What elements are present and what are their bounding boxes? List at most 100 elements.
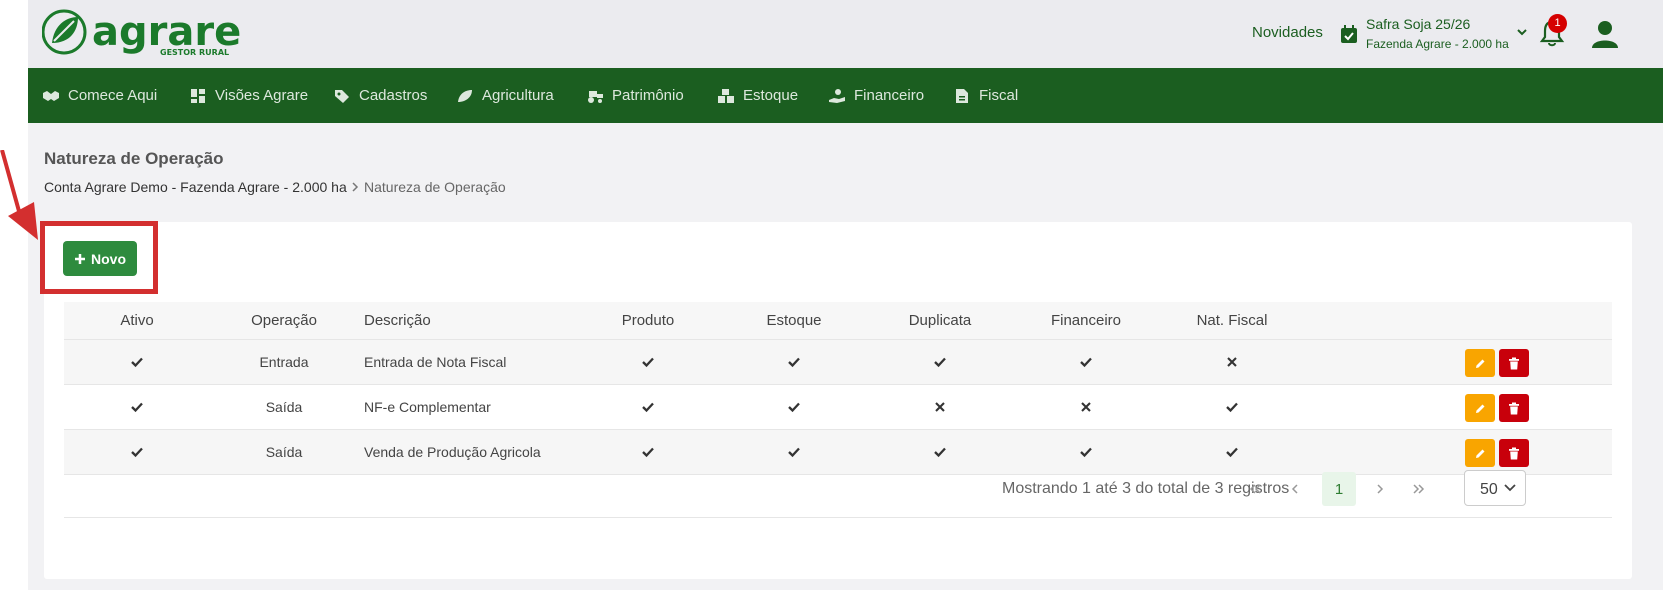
next-page-button[interactable] [1363, 472, 1397, 506]
chevron-down-icon [1504, 484, 1516, 492]
table-header: Ativo Operação Descrição Produto Estoque… [64, 302, 1612, 340]
edit-button[interactable] [1465, 349, 1495, 377]
check-icon [934, 447, 946, 458]
logo-subtitle: GESTOR RURAL [160, 48, 229, 57]
table-body: Entrada Entrada de Nota Fiscal Saída NF-e C… [64, 340, 1612, 475]
check-icon [788, 402, 800, 413]
first-page-button[interactable] [1238, 472, 1272, 506]
delete-button[interactable] [1499, 394, 1529, 422]
invoice-icon [956, 88, 968, 103]
delete-button[interactable] [1499, 349, 1529, 377]
operations-table: Ativo Operação Descrição Produto Estoque… [64, 302, 1612, 475]
cell-ativo [104, 385, 170, 429]
nav-item-estoque[interactable]: Estoque [717, 68, 798, 123]
cell-financeiro [1040, 340, 1132, 384]
cell-duplicata [894, 385, 986, 429]
user-avatar-icon[interactable] [1590, 18, 1620, 50]
cell-duplicata [894, 340, 986, 384]
check-icon [788, 447, 800, 458]
plus-icon [75, 253, 85, 264]
nav-item-agricultura[interactable]: Agricultura [456, 68, 554, 123]
cell-nat-fiscal [1184, 385, 1280, 429]
nav-item-label: Visões Agrare [215, 87, 309, 104]
check-icon [642, 402, 654, 413]
breadcrumb-root[interactable]: Conta Agrare Demo - Fazenda Agrare - 2.0… [44, 179, 347, 195]
pencil-icon [1476, 404, 1485, 413]
check-icon [642, 447, 654, 458]
check-icon [1080, 447, 1092, 458]
check-icon [1226, 402, 1238, 413]
cell-descricao: NF-e Complementar [364, 399, 491, 415]
check-icon [1226, 447, 1238, 458]
novidades-link[interactable]: Novidades [1252, 24, 1323, 41]
table-row[interactable]: Entrada Entrada de Nota Fiscal [64, 340, 1612, 385]
double-chevron-left-icon [1249, 484, 1261, 494]
pagination-bar: Mostrando 1 até 3 do total de 3 registro… [64, 460, 1612, 518]
dashboard-icon [191, 88, 205, 103]
chevron-down-icon [1517, 29, 1527, 36]
nav-item-cadastros[interactable]: Cadastros [333, 68, 427, 123]
cell-operacao: Entrada [259, 354, 309, 370]
x-icon [1081, 402, 1091, 412]
chevron-right-icon [1377, 484, 1384, 494]
header-duplicata[interactable]: Duplicata [894, 302, 986, 339]
pencil-icon [1476, 449, 1485, 458]
calendar-check-icon [1341, 25, 1357, 43]
nav-item-comece-aqui[interactable]: Comece Aqui [42, 68, 157, 123]
safra-farm: Fazenda Agrare - 2.000 ha [1366, 37, 1509, 51]
nav-item-visoes-agrare[interactable]: Visões Agrare [189, 68, 308, 123]
cell-operacao: Saída [265, 399, 303, 415]
edit-button[interactable] [1465, 394, 1495, 422]
trash-icon [1509, 447, 1519, 459]
header-financeiro[interactable]: Financeiro [1040, 302, 1132, 339]
nav-item-label: Cadastros [359, 87, 428, 104]
nav-item-label: Fiscal [979, 87, 1019, 104]
page-size-select[interactable]: 50 [1464, 470, 1526, 506]
nav-item-financeiro[interactable]: Financeiro [828, 68, 924, 123]
tractor-icon [588, 90, 603, 103]
check-icon [131, 402, 143, 413]
page-title: Natureza de Operação [44, 149, 224, 168]
header-operacao[interactable]: Operação [242, 302, 326, 339]
agrare-logo[interactable]: agrare GESTOR RURAL [42, 7, 252, 61]
page-size-value: 50 [1480, 481, 1498, 498]
hand-money-icon [829, 88, 845, 103]
safra-selector[interactable]: Safra Soja 25/26 Fazenda Agrare - 2.000 … [1340, 14, 1530, 54]
check-icon [934, 357, 946, 368]
nav-item-label: Comece Aqui [68, 87, 158, 104]
nav-item-fiscal[interactable]: Fiscal [953, 68, 1018, 123]
check-icon [131, 357, 143, 368]
cell-estoque [754, 340, 834, 384]
table-row[interactable]: Saída NF-e Complementar [64, 385, 1612, 430]
content-card: Novo Ativo Operação Descrição Produto Es… [44, 222, 1632, 579]
new-button-label: Novo [91, 250, 126, 267]
safra-name: Safra Soja 25/26 [1366, 16, 1471, 32]
notification-badge: 1 [1548, 14, 1567, 33]
x-icon [1227, 357, 1237, 367]
cell-produto [608, 385, 688, 429]
new-button[interactable]: Novo [63, 241, 137, 276]
double-chevron-right-icon [1413, 484, 1425, 494]
pencil-icon [1476, 359, 1485, 368]
tag-icon [335, 89, 349, 103]
header-produto[interactable]: Produto [608, 302, 688, 339]
previous-page-button[interactable] [1278, 472, 1312, 506]
cell-ativo [104, 340, 170, 384]
nav-item-label: Financeiro [854, 87, 925, 104]
last-page-button[interactable] [1402, 472, 1436, 506]
handshake-icon [43, 90, 59, 101]
breadcrumb-current: Natureza de Operação [364, 179, 506, 195]
header-estoque[interactable]: Estoque [754, 302, 834, 339]
check-icon [1080, 357, 1092, 368]
check-icon [642, 357, 654, 368]
nav-item-label: Patrimônio [612, 87, 684, 104]
cell-estoque [754, 385, 834, 429]
cell-nat-fiscal [1184, 340, 1280, 384]
nav-item-label: Agricultura [482, 87, 554, 104]
app-root: agrare GESTOR RURAL Novidades Safra Soja… [0, 0, 1663, 590]
header-ativo[interactable]: Ativo [104, 302, 170, 339]
page-number-button[interactable]: 1 [1322, 472, 1356, 506]
header-nat-fiscal[interactable]: Nat. Fiscal [1184, 302, 1280, 339]
header-descricao[interactable]: Descrição [364, 302, 464, 339]
nav-item-patrimonio[interactable]: Patrimônio [586, 68, 684, 123]
